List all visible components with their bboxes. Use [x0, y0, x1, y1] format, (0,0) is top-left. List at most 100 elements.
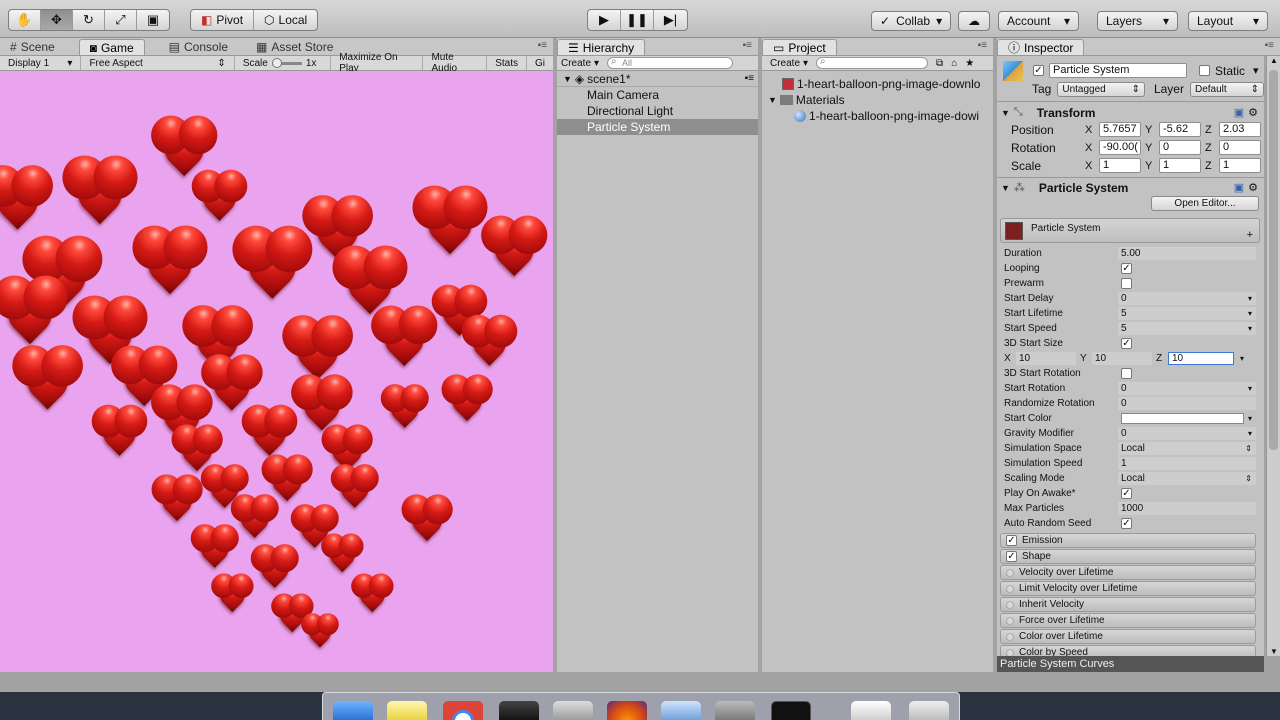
- rotation-x-field[interactable]: -90.00(: [1099, 140, 1141, 155]
- module-enabled-checkbox[interactable]: ✓: [1006, 535, 1017, 546]
- inspector-scrollbar[interactable]: ▲ ▼: [1266, 56, 1280, 656]
- foldout-arrow-icon[interactable]: ▼: [1001, 108, 1010, 118]
- ps-prop-checkbox[interactable]: [1118, 277, 1256, 290]
- gear-icon[interactable]: ⚙: [1248, 106, 1258, 119]
- ps-prop-value[interactable]: 1000: [1118, 502, 1256, 515]
- rotate-tool-icon[interactable]: ↻: [73, 10, 105, 30]
- position-x-field[interactable]: 5.7657: [1099, 122, 1141, 137]
- module-force-over-lifetime[interactable]: Force over Lifetime: [1000, 613, 1256, 628]
- module-inherit-velocity[interactable]: Inherit Velocity: [1000, 597, 1256, 612]
- transform-header[interactable]: ▼ ⤡ Transform ▣ ⚙: [997, 104, 1264, 121]
- label-filter-icon[interactable]: ⌂: [951, 58, 957, 69]
- foldout-arrow-icon[interactable]: ▼: [1001, 183, 1010, 193]
- layers-dropdown[interactable]: Layers ▾: [1097, 11, 1178, 31]
- checkbox[interactable]: ✓: [1121, 488, 1132, 499]
- ps-prop-checkbox[interactable]: ✓: [1118, 487, 1256, 500]
- panel-menu-icon[interactable]: ▪≡: [1265, 40, 1274, 51]
- checkbox[interactable]: ✓: [1121, 338, 1132, 349]
- firefox-icon[interactable]: [607, 701, 647, 720]
- module-disabled-dot-icon[interactable]: [1006, 632, 1014, 641]
- foldout-arrow-icon[interactable]: ▼: [768, 95, 777, 105]
- start-size-x-field[interactable]: 10: [1016, 352, 1076, 365]
- unity-icon[interactable]: [499, 701, 539, 720]
- gear-icon[interactable]: ⚙: [1248, 181, 1258, 194]
- dropdown-arrow-icon[interactable]: ▾: [1248, 414, 1252, 423]
- project-folder-materials[interactable]: ▼ Materials: [762, 92, 993, 108]
- tag-dropdown[interactable]: Untagged ⇕: [1057, 81, 1145, 97]
- rotation-z-field[interactable]: 0: [1219, 140, 1261, 155]
- dropdown-arrow-icon[interactable]: ▾: [1248, 384, 1252, 393]
- hierarchy-item-main-camera[interactable]: Main Camera: [557, 87, 758, 103]
- module-velocity-over-lifetime[interactable]: Velocity over Lifetime: [1000, 565, 1256, 580]
- ps-prop-value[interactable]: 5 ▾: [1118, 307, 1256, 320]
- start-size-z-field[interactable]: 10: [1168, 352, 1234, 365]
- scale-tool-icon[interactable]: ⤢: [105, 10, 137, 30]
- project-item-balloon-material[interactable]: 1-heart-balloon-png-image-dowi: [762, 108, 993, 124]
- checkbox[interactable]: [1121, 278, 1132, 289]
- module-shape[interactable]: ✓ Shape: [1000, 549, 1256, 564]
- ps-prop-value[interactable]: 0: [1118, 397, 1256, 410]
- tab-project[interactable]: ▭ Project: [762, 39, 837, 55]
- tab-inspector[interactable]: ⓘ Inspector: [997, 39, 1085, 55]
- dropdown-arrow-icon[interactable]: ▾: [1248, 294, 1252, 303]
- chrome-icon[interactable]: [443, 701, 483, 720]
- scroll-up-icon[interactable]: ▲: [1270, 56, 1278, 65]
- ps-prop-value[interactable]: Local ⇕: [1118, 472, 1256, 485]
- slider-thumb[interactable]: [271, 57, 282, 68]
- pivot-button[interactable]: ◧ Pivot: [191, 10, 255, 30]
- checkbox[interactable]: [1121, 368, 1132, 379]
- filter-type-icon[interactable]: ⧉: [936, 58, 943, 69]
- static-checkbox[interactable]: [1199, 65, 1210, 76]
- hand-tool-icon[interactable]: ✋: [9, 10, 41, 30]
- calculator-icon[interactable]: [553, 701, 593, 720]
- particle-module-header[interactable]: Particle System +: [1000, 218, 1260, 243]
- slider-track[interactable]: [271, 57, 302, 68]
- panel-menu-icon[interactable]: ▪≡: [978, 40, 987, 51]
- layer-dropdown[interactable]: Default ⇕: [1189, 81, 1264, 97]
- gizmos-toggle[interactable]: Gi: [527, 56, 553, 70]
- scene-root-row[interactable]: ▼ ◈ scene1* ▪≡: [557, 71, 758, 87]
- panel-menu-icon[interactable]: ▪≡: [538, 40, 547, 51]
- position-y-field[interactable]: -5.62: [1159, 122, 1201, 137]
- play-button[interactable]: ▶: [588, 10, 621, 30]
- open-editor-button[interactable]: Open Editor...: [1151, 196, 1259, 211]
- dropdown-arrow-icon[interactable]: ▾: [1248, 429, 1252, 438]
- terminal-icon[interactable]: [771, 701, 811, 720]
- module-limit-velocity-over-lifetime[interactable]: Limit Velocity over Lifetime: [1000, 581, 1256, 596]
- ps-prop-value[interactable]: Local ⇕: [1118, 442, 1256, 455]
- module-color-over-lifetime[interactable]: Color over Lifetime: [1000, 629, 1256, 644]
- ps-prop-checkbox[interactable]: ✓: [1118, 337, 1256, 350]
- scene-menu-icon[interactable]: ▪≡: [745, 73, 754, 84]
- help-book-icon[interactable]: ▣: [1234, 181, 1244, 194]
- account-dropdown[interactable]: Account ▾: [998, 11, 1079, 31]
- panel-menu-icon[interactable]: ▪≡: [743, 40, 752, 51]
- help-book-icon[interactable]: ▣: [1234, 106, 1244, 119]
- project-item-balloon-image[interactable]: 1-heart-balloon-png-image-downlo: [762, 76, 993, 92]
- module-disabled-dot-icon[interactable]: [1006, 600, 1014, 609]
- safari-icon[interactable]: [661, 701, 701, 720]
- object-name-field[interactable]: Particle System: [1049, 63, 1187, 78]
- checkbox[interactable]: ✓: [1121, 263, 1132, 274]
- media-icon[interactable]: [715, 701, 755, 720]
- module-disabled-dot-icon[interactable]: [1006, 616, 1014, 625]
- dropdown-arrow-icon[interactable]: ⇕: [1245, 444, 1252, 453]
- scale-y-field[interactable]: 1: [1159, 158, 1201, 173]
- trash-icon[interactable]: [909, 701, 949, 720]
- start-size-y-field[interactable]: 10: [1092, 352, 1152, 365]
- stats-toggle[interactable]: Stats: [487, 56, 528, 70]
- tab-hierarchy[interactable]: ☰ Hierarchy: [557, 39, 646, 55]
- module-emission[interactable]: ✓ Emission: [1000, 533, 1256, 548]
- foldout-arrow-icon[interactable]: ▼: [563, 74, 572, 84]
- scale-z-field[interactable]: 1: [1219, 158, 1261, 173]
- module-enabled-checkbox[interactable]: ✓: [1006, 551, 1017, 562]
- particle-system-curves-bar[interactable]: Particle System Curves: [997, 656, 1264, 672]
- tab-scene[interactable]: # Scene: [0, 39, 65, 55]
- maximize-on-play-toggle[interactable]: Maximize On Play: [331, 52, 424, 74]
- tab-asset-store[interactable]: ▦ Asset Store: [246, 39, 343, 55]
- add-icon[interactable]: +: [1247, 229, 1253, 241]
- ps-prop-value[interactable]: 1: [1118, 457, 1256, 470]
- star-icon[interactable]: ★: [965, 58, 974, 69]
- particle-system-header[interactable]: ▼ ⁂ Particle System ▣ ⚙: [997, 179, 1264, 196]
- start-color-swatch[interactable]: ▾: [1118, 412, 1256, 425]
- create-dropdown[interactable]: Create ▾: [770, 58, 808, 69]
